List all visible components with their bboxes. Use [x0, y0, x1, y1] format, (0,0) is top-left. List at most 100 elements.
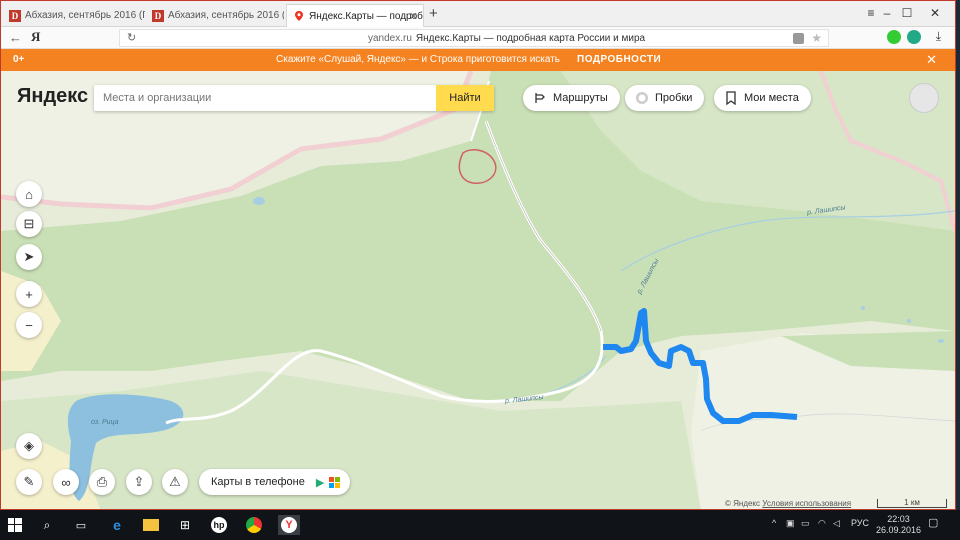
yandex-browser-icon: Y [281, 517, 297, 533]
tab-label: Абхазия, сентябрь 2016 (П [25, 10, 145, 21]
search-icon: ⌕ [43, 517, 51, 532]
minus-icon: − [25, 317, 33, 333]
globe-extension-icon[interactable] [907, 30, 921, 44]
wifi-icon[interactable]: ◠ [818, 518, 826, 529]
minimize-button[interactable]: – [877, 6, 897, 20]
address-bar: ← Я ↻ yandex.ru Яндекс.Карты — подробная … [1, 27, 955, 49]
url-text: yandex.ru Яндекс.Карты — подробная карта … [368, 33, 645, 44]
explorer-button[interactable] [140, 515, 162, 535]
adblock-shield-icon[interactable] [887, 30, 901, 44]
print-button[interactable]: ⎙ [89, 469, 115, 495]
my-places-button[interactable]: Мои места [714, 85, 811, 111]
logo-text: Яндекс [17, 85, 89, 107]
my-places-label: Мои места [744, 92, 799, 104]
lake-label: оз. Рица [91, 419, 119, 426]
banner-details-link[interactable]: ПОДРОБНОСТИ [577, 54, 661, 65]
traffic-button[interactable]: Пробки [625, 85, 705, 111]
windows-store-icon [329, 476, 341, 488]
warning-icon: ⚠ [169, 474, 181, 489]
start-button[interactable] [4, 515, 26, 535]
copyright: © Яндекс Условия использования [725, 499, 851, 508]
bookmark-icon [726, 91, 736, 105]
close-window-button[interactable]: ✕ [925, 6, 945, 20]
download-icon[interactable]: ⤓ [936, 29, 941, 44]
terms-link[interactable]: Условия использования [762, 499, 851, 508]
map-layers-button[interactable]: ◈ [16, 433, 42, 459]
drive2-icon: D [9, 9, 21, 22]
ruler-button[interactable]: ✎ [16, 469, 42, 495]
windows-taskbar: ⌕ ▭ e ⊞ hp Y ^ ▣ ▭ ◠ ◁ РУС 22:03 26.09.2… [0, 510, 960, 540]
traffic-label: Пробки [655, 92, 693, 104]
close-tab-icon[interactable]: ✕ [409, 10, 418, 23]
search-input[interactable] [94, 85, 436, 111]
edge-button[interactable]: e [106, 515, 128, 535]
task-view-button[interactable]: ▭ [70, 515, 92, 535]
tab-bar: D Абхазия, сентябрь 2016 (П D Абхазия, с… [1, 1, 955, 27]
home-button[interactable]: ⌂ [16, 181, 42, 207]
age-rating: 0+ [13, 54, 25, 65]
plus-icon: + [25, 286, 33, 302]
location-arrow-icon: ➤ [23, 249, 35, 264]
maps-in-phone-button[interactable]: Карты в телефоне ▶ [199, 469, 351, 495]
promo-banner: 0+ Скажите «Слушай, Яндекс» — и Строка п… [1, 49, 955, 71]
share-icon: ⇪ [133, 474, 145, 489]
folder-icon [143, 519, 159, 531]
yandex-browser-logo[interactable]: Я [31, 29, 40, 45]
geolocation-button[interactable]: ➤ [16, 244, 42, 270]
bookmark-star-icon[interactable]: ★ [811, 31, 822, 45]
search-button[interactable]: Найти [436, 85, 494, 111]
yandex-logo[interactable]: Яндекс [17, 85, 88, 108]
volume-icon[interactable]: ◁ [833, 518, 840, 529]
chrome-button[interactable] [243, 515, 265, 535]
map-canvas[interactable]: р. Лашипсы р. Лашипсы р. Лашипсы оз. Риц… [1, 71, 955, 509]
chrome-icon [246, 517, 262, 533]
panorama-button[interactable]: ∞ [53, 469, 79, 495]
banner-close-icon[interactable]: ✕ [926, 52, 937, 68]
traffic-icon [636, 92, 648, 104]
clock[interactable]: 22:03 26.09.2016 [876, 514, 921, 536]
route-icon [535, 93, 545, 103]
tab-1[interactable]: D Абхазия, сентябрь 2016 (П [3, 4, 145, 27]
banner-message[interactable]: Скажите «Слушай, Яндекс» — и Строка приг… [276, 54, 560, 65]
routes-button[interactable]: Маршруты [523, 85, 620, 111]
reload-icon[interactable]: ↻ [127, 31, 136, 44]
hp-button[interactable]: hp [208, 515, 230, 535]
layers-travel-button[interactable]: ⊟ [16, 211, 42, 237]
scale-bar: 1 км [877, 499, 947, 508]
user-avatar[interactable] [909, 83, 939, 113]
share-button[interactable]: ⇪ [126, 469, 152, 495]
briefcase-icon: ⊟ [23, 216, 35, 231]
search-taskbar-button[interactable]: ⌕ [36, 515, 58, 535]
tab-label: Яндекс.Карты — подробн [309, 10, 424, 22]
report-error-button[interactable]: ⚠ [162, 469, 188, 495]
notifications-icon[interactable]: ▢ [928, 516, 938, 529]
phone-label: Карты в телефоне [211, 476, 305, 488]
tab-yandex-maps[interactable]: Яндекс.Карты — подробн ✕ [286, 4, 424, 27]
layers-icon: ◈ [24, 438, 34, 453]
url-page-title: Яндекс.Карты — подробная карта России и … [415, 33, 646, 44]
drive2-icon: D [152, 9, 164, 22]
url-field[interactable]: ↻ yandex.ru Яндекс.Карты — подробная карт… [119, 29, 829, 47]
tab-2[interactable]: D Абхазия, сентябрь 2016 (П [146, 4, 284, 27]
search-box: Найти [94, 85, 494, 111]
protect-icon[interactable] [793, 33, 804, 44]
tab-label: Абхазия, сентябрь 2016 (П [168, 10, 284, 21]
routes-label: Маршруты [553, 92, 608, 104]
new-tab-button[interactable]: + [429, 5, 438, 22]
home-icon: ⌂ [25, 186, 33, 202]
edge-icon: e [113, 517, 121, 533]
back-icon[interactable]: ← [9, 30, 22, 45]
printer-icon: ⎙ [96, 474, 108, 489]
maximize-button[interactable]: ☐ [897, 6, 917, 20]
tray-icon[interactable]: ▣ [786, 518, 795, 529]
zoom-out-button[interactable]: − [16, 312, 42, 338]
tray-chevron-icon[interactable]: ^ [772, 518, 776, 528]
language-indicator[interactable]: РУС [851, 518, 869, 528]
battery-icon[interactable]: ▭ [801, 518, 810, 529]
zoom-in-button[interactable]: + [16, 281, 42, 307]
clock-time: 22:03 [887, 514, 910, 524]
google-play-icon: ▶ [315, 476, 325, 489]
url-domain: yandex.ru [368, 33, 412, 44]
yandex-browser-button[interactable]: Y [278, 515, 300, 535]
store-button[interactable]: ⊞ [174, 515, 196, 535]
